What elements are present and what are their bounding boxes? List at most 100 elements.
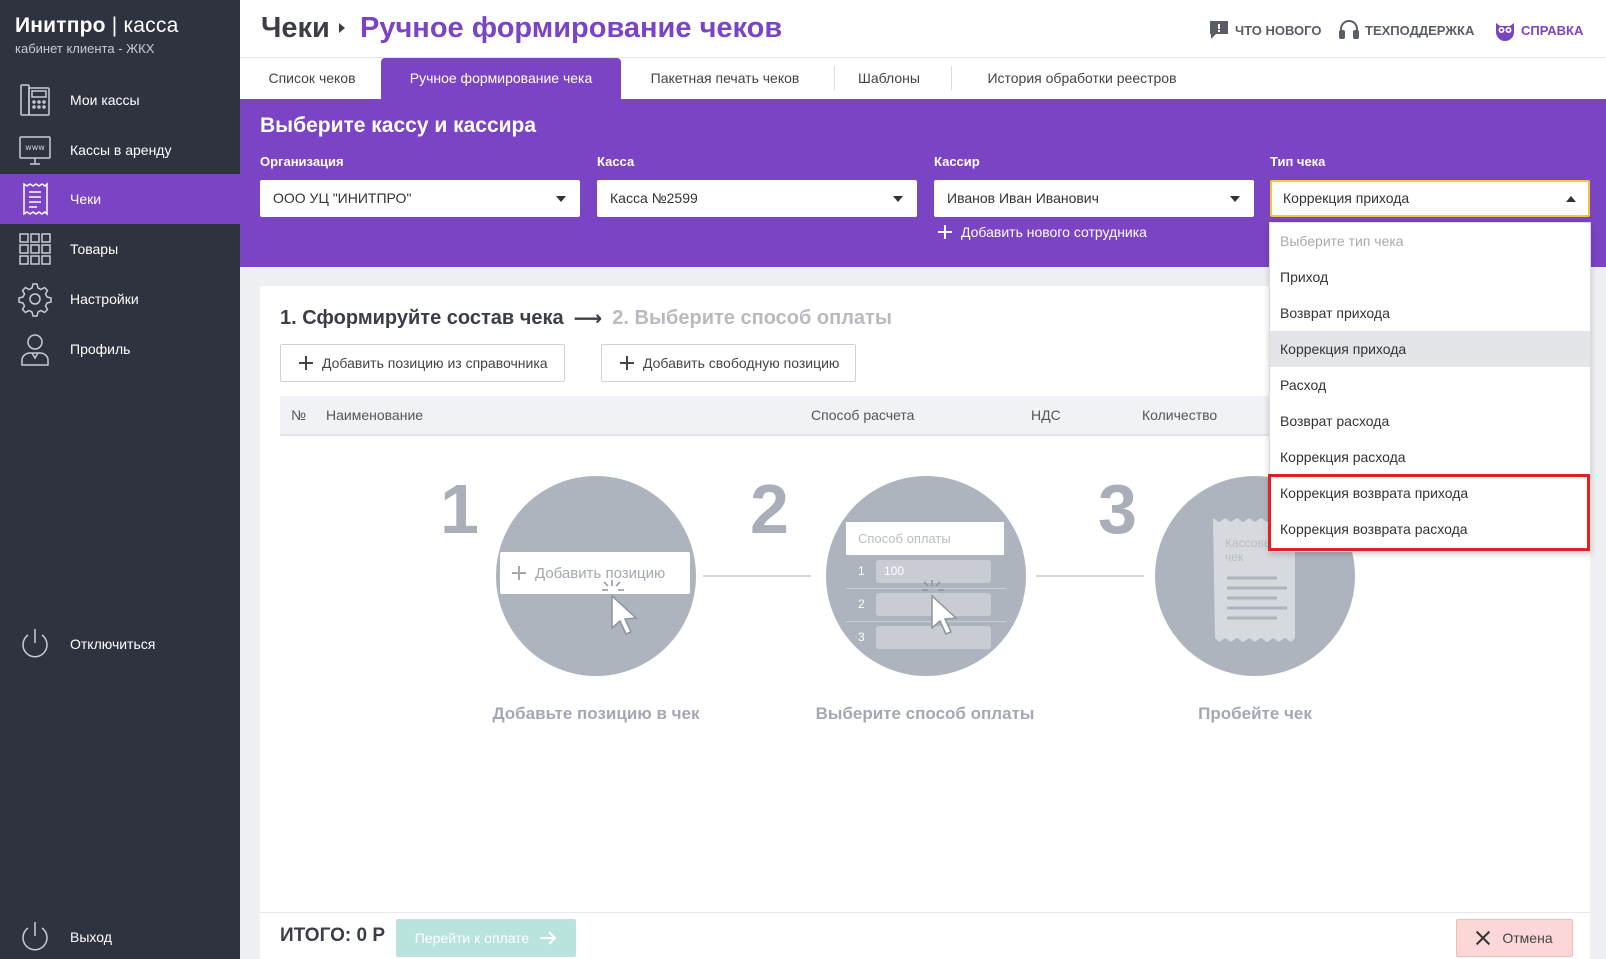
chevron-down-icon [893, 196, 903, 202]
tab-batch-print[interactable]: Пакетная печать чеков [630, 58, 820, 99]
logout-button[interactable]: Выход [0, 912, 240, 959]
sidebar-item-settings[interactable]: Настройки [0, 274, 240, 324]
help-link[interactable]: СПРАВКА [1494, 19, 1583, 41]
tab-divider [951, 66, 952, 90]
panel-title: Выберите кассу и кассира [260, 114, 537, 137]
step-1-illustration: Добавить позицию [496, 476, 696, 676]
sidebar: Инитпро | касса кабинет клиента - ЖКХ Мо… [0, 0, 240, 959]
www-monitor-icon: www [17, 132, 53, 168]
headset-icon [1339, 20, 1359, 39]
payment-row-number: 3 [858, 630, 865, 644]
payment-row-number: 1 [858, 564, 865, 578]
dropdown-option-selected[interactable]: Коррекция прихода [1270, 331, 1590, 367]
chevron-down-icon [556, 196, 566, 202]
step-2-caption: Выберите способ оплаты [815, 704, 1035, 723]
highlight-annotation [1268, 474, 1590, 551]
news-icon [1210, 21, 1228, 39]
logout-label: Выход [70, 929, 112, 945]
add-from-catalog-button[interactable]: Добавить позицию из справочника [280, 344, 565, 382]
steps-indicator: 1. Сформируйте состав чека ⟶ 2. Выберите… [280, 306, 892, 331]
dropdown-option[interactable]: Возврат прихода [1270, 295, 1590, 331]
column-number: № [291, 407, 307, 423]
add-free-position-button[interactable]: Добавить свободную позицию [601, 344, 857, 382]
cashier-select[interactable]: Иванов Иван Иванович [934, 180, 1254, 217]
step-number-3: 3 [1098, 470, 1137, 548]
step-1-caption: Добавьте позицию в чек [492, 704, 700, 723]
receipt-type-label: Тип чека [1270, 154, 1326, 169]
breadcrumb-root[interactable]: Чеки [261, 12, 330, 45]
whats-new-label: ЧТО НОВОГО [1235, 22, 1322, 38]
column-payment-method: Способ расчета [811, 407, 915, 423]
dropdown-option[interactable]: Приход [1270, 259, 1590, 295]
arrow-right-icon [540, 931, 557, 945]
tab-receipts-list[interactable]: Список чеков [248, 58, 376, 99]
step-2-title: 2. Выберите способ оплаты [612, 307, 892, 329]
sidebar-item-label: Настройки [70, 291, 139, 307]
page-title: Ручное формирование чеков [360, 12, 783, 44]
grid-icon [17, 231, 53, 267]
column-name: Наименование [326, 407, 424, 423]
support-label: ТЕХПОДДЕРЖКА [1365, 22, 1475, 38]
sidebar-item-profile[interactable]: Профиль [0, 324, 240, 374]
sidebar-item-label: Профиль [70, 341, 131, 357]
header: Чеки Ручное формирование чеков ЧТО НОВОГ… [240, 0, 1606, 58]
power-icon [17, 626, 53, 662]
go-to-payment-label: Перейти к оплате [414, 930, 530, 946]
cash-register-icon [17, 82, 53, 118]
dropdown-option[interactable]: Возврат расхода [1270, 403, 1590, 439]
step-2-illustration: Способ оплаты 1 100 2 3 [826, 476, 1026, 676]
power-icon [17, 919, 53, 955]
whats-new-link[interactable]: ЧТО НОВОГО [1208, 19, 1321, 41]
help-label: СПРАВКА [1521, 22, 1584, 38]
brand-subtitle: кабинет клиента - ЖКХ [15, 41, 155, 56]
total-amount: ИТОГО: 0 Р [280, 925, 385, 946]
sidebar-item-rent-registers[interactable]: www Кассы в аренду [0, 125, 240, 175]
organization-select[interactable]: ООО УЦ "ИНИТПРО" [260, 180, 580, 217]
cursor-click-icon [922, 580, 958, 635]
payment-row-number: 2 [858, 597, 865, 611]
go-to-payment-button[interactable]: Перейти к оплате [396, 919, 576, 957]
chevron-up-icon [1566, 196, 1576, 202]
dropdown-option[interactable]: Расход [1270, 367, 1590, 403]
sidebar-item-my-registers[interactable]: Мои кассы [0, 75, 240, 125]
organization-label: Организация [260, 154, 344, 169]
add-from-catalog-label: Добавить позицию из справочника [322, 355, 548, 371]
cursor-click-icon [602, 580, 638, 635]
support-link[interactable]: ТЕХПОДДЕРЖКА [1338, 19, 1474, 41]
receipt-icon [17, 181, 53, 217]
add-employee-button[interactable]: Добавить нового сотрудника [938, 224, 1147, 240]
receipt-type-value: Коррекция прихода [1283, 190, 1410, 206]
receipt-type-select[interactable]: Коррекция прихода [1270, 180, 1590, 217]
sidebar-item-receipts[interactable]: Чеки [0, 174, 240, 224]
plus-icon [299, 356, 313, 370]
tab-bar: Список чеков Ручное формирование чека Па… [240, 58, 1606, 99]
sidebar-item-label: Кассы в аренду [70, 142, 172, 158]
tab-manual-receipt[interactable]: Ручное формирование чека [381, 58, 621, 99]
disconnect-label: Отключиться [70, 636, 156, 652]
add-position-mock-button: Добавить позицию [500, 552, 690, 594]
cancel-label: Отмена [1502, 930, 1553, 946]
cancel-button[interactable]: Отмена [1456, 919, 1573, 957]
tab-registry-history[interactable]: История обработки реестров [962, 58, 1202, 99]
sidebar-item-goods[interactable]: Товары [0, 224, 240, 274]
dropdown-option[interactable]: Коррекция расхода [1270, 439, 1590, 475]
sidebar-item-label: Чеки [70, 191, 102, 207]
tab-divider [834, 66, 835, 90]
step-3-caption: Пробейте чек [1198, 704, 1312, 723]
register-label: Касса [597, 154, 635, 169]
payment-method-mock: Способ оплаты [846, 522, 1004, 555]
arrow-right-icon: ⟶ [573, 308, 603, 330]
tab-templates[interactable]: Шаблоны [844, 58, 934, 99]
plus-icon [938, 225, 952, 239]
register-select[interactable]: Касса №2599 [597, 180, 917, 217]
plus-icon [512, 566, 526, 580]
footer-bar: ИТОГО: 0 Р Перейти к оплате Отмена [260, 912, 1590, 959]
disconnect-button[interactable]: Отключиться [0, 619, 240, 669]
cashier-value: Иванов Иван Иванович [947, 190, 1099, 206]
sidebar-item-label: Товары [70, 241, 119, 257]
user-icon [17, 331, 53, 367]
owl-icon [1496, 23, 1514, 41]
step-number-1: 1 [440, 470, 479, 548]
step-1-title: 1. Сформируйте состав чека [280, 307, 564, 329]
add-free-position-label: Добавить свободную позицию [643, 355, 840, 371]
